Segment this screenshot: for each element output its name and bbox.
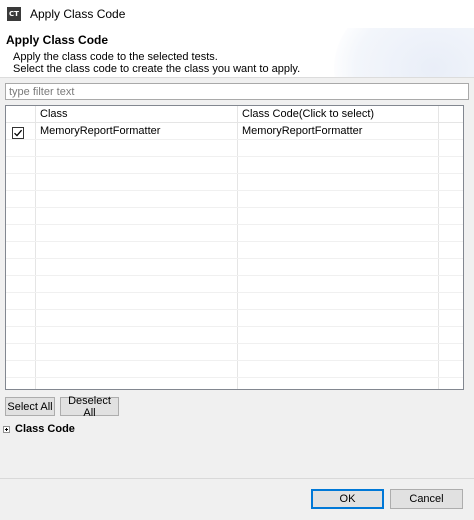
dialog-header: Apply Class Code Apply the class code to… [0,28,474,78]
column-header-class[interactable]: Class [36,106,237,122]
table-row-empty [6,174,463,191]
table-row-empty [6,276,463,293]
table-row-empty [6,310,463,327]
select-all-button[interactable]: Select All [5,397,55,416]
ok-button[interactable]: OK [311,489,384,509]
header-description: Apply the class code to the selected tes… [13,51,300,75]
table-row-empty [6,191,463,208]
header-description-line-1: Apply the class code to the selected tes… [13,51,218,63]
table-row-empty [6,208,463,225]
table-row-empty [6,361,463,378]
class-code-table: Class Class Code(Click to select) Memory… [5,105,464,390]
row-class-code-cell[interactable]: MemoryReportFormatter [238,123,438,139]
table-row-empty [6,259,463,276]
table-row[interactable]: MemoryReportFormatter MemoryReportFormat… [6,123,463,140]
column-header-check[interactable] [6,106,35,122]
table-header-row: Class Class Code(Click to select) [6,106,463,123]
column-header-class-code[interactable]: Class Code(Click to select) [238,106,438,122]
header-description-line-2: Select the class code to create the clas… [13,63,301,75]
table-row-empty [6,293,463,310]
expand-plus-icon[interactable] [3,425,10,433]
table-row-empty [6,242,463,259]
check-icon [14,129,23,137]
header-title: Apply Class Code [6,33,109,47]
window-title: Apply Class Code [30,7,126,21]
table-row-empty [6,344,463,361]
deselect-all-button[interactable]: Deselect All [60,395,119,419]
table-row-empty [6,327,463,344]
row-checkbox[interactable] [12,127,24,139]
table-row-empty [6,157,463,174]
filter-input[interactable] [5,83,469,100]
row-class-cell: MemoryReportFormatter [40,125,161,137]
class-code-section[interactable]: Class Code [3,423,75,435]
cancel-button[interactable]: Cancel [390,489,463,509]
header-decoration [334,28,474,77]
class-code-section-title: Class Code [15,423,75,435]
table-row-empty [6,140,463,157]
app-icon: CT [7,7,21,21]
footer-divider [0,478,474,479]
title-bar: CT Apply Class Code [0,0,474,28]
table-row-empty [6,225,463,242]
